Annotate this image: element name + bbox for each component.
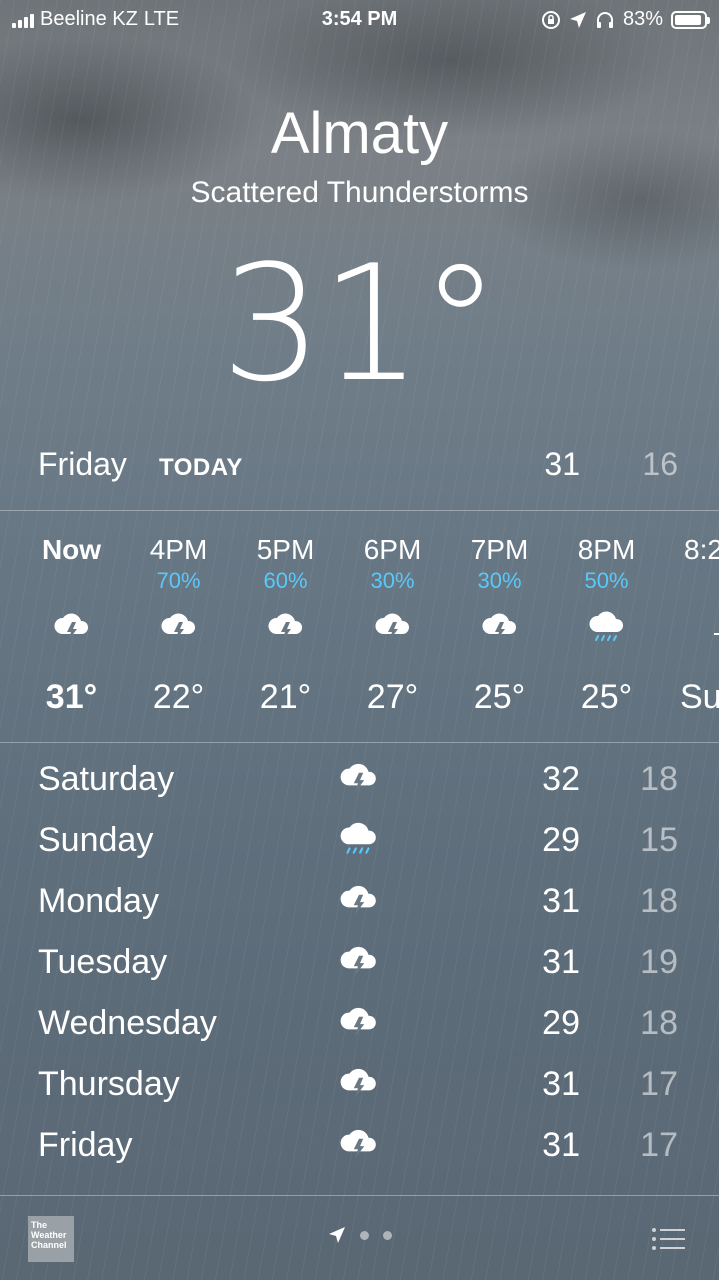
location-arrow-icon — [569, 11, 586, 28]
day-high: 29 — [542, 1004, 580, 1042]
day-high: 32 — [542, 760, 580, 798]
today-day: Friday — [38, 446, 127, 482]
hour-temp: 31° — [45, 678, 98, 716]
thunderstorm-icon — [340, 1007, 376, 1037]
day-name: Friday — [38, 1126, 133, 1164]
today-low: 16 — [642, 446, 678, 482]
day-name: Sunday — [38, 821, 154, 859]
hour-temp: 27° — [366, 678, 419, 716]
day-name: Tuesday — [38, 943, 168, 981]
page-dot — [359, 1230, 369, 1240]
weather-condition: Scattered Thunderstorms — [190, 176, 529, 209]
thunderstorm-icon — [340, 946, 376, 976]
rain-icon — [340, 822, 376, 854]
thunderstorm-icon — [268, 613, 303, 641]
thunderstorm-icon — [340, 763, 376, 793]
daily-row: Monday 31 18 — [38, 874, 682, 924]
page-indicator[interactable] — [0, 1226, 719, 1244]
day-low: 19 — [640, 943, 678, 981]
daily-row: Thursday 31 17 — [38, 1057, 682, 1107]
headphones-icon — [596, 11, 613, 28]
daily-row: Tuesday 31 19 — [38, 935, 682, 985]
divider — [0, 510, 719, 511]
day-low: 18 — [640, 882, 678, 920]
hour-temp: 21° — [259, 678, 312, 716]
battery-percent: 83% — [622, 8, 663, 30]
rotation-lock-icon — [541, 10, 560, 29]
daily-row: Saturday 32 18 — [38, 752, 682, 802]
daily-row: Sunday 29 15 — [38, 813, 682, 863]
battery-icon — [671, 10, 710, 29]
hour-precip: 50% — [584, 568, 629, 593]
today-high: 31 — [544, 446, 580, 482]
list-icon[interactable] — [651, 1226, 685, 1252]
day-low: 18 — [640, 1004, 678, 1042]
status-bar: Beeline KZ LTE 3:54 PM 83% — [0, 0, 719, 38]
day-high: 31 — [542, 882, 580, 920]
day-name: Saturday — [38, 760, 175, 798]
divider — [0, 742, 719, 743]
day-name: Thursday — [38, 1065, 180, 1103]
bottom-toolbar: The Weather Channel — [0, 1196, 719, 1280]
thunderstorm-icon — [54, 613, 89, 641]
location-arrow-icon — [328, 1227, 345, 1243]
thunderstorm-icon — [340, 1129, 376, 1159]
hour-precip: 30% — [370, 568, 415, 593]
hour-time: 8:2 — [684, 534, 719, 565]
status-right: 83% — [541, 8, 710, 31]
day-high: 29 — [542, 821, 580, 859]
day-high: 31 — [542, 1126, 580, 1164]
day-low: 17 — [640, 1065, 678, 1103]
hour-precip: 70% — [156, 568, 201, 593]
hour-time: 7PM — [470, 534, 529, 565]
thunderstorm-icon — [340, 1068, 376, 1098]
current-temp-value: 31° — [220, 230, 501, 417]
hour-temp: 25° — [580, 678, 633, 716]
thunderstorm-icon — [375, 613, 410, 641]
rain-icon — [589, 611, 624, 641]
hour-temp: 25° — [473, 678, 526, 716]
hour-temp: Su — [680, 678, 719, 716]
page-dot — [382, 1230, 392, 1240]
daily-row: Friday 31 17 — [38, 1118, 682, 1168]
day-high: 31 — [542, 1065, 580, 1103]
thunderstorm-icon — [340, 885, 376, 915]
day-low: 15 — [640, 821, 678, 859]
day-low: 18 — [640, 760, 678, 798]
hour-time: 8PM — [577, 534, 636, 565]
city-name: Almaty — [270, 101, 449, 166]
hour-time: 5PM — [256, 534, 315, 565]
current-temperature: 31° — [0, 230, 719, 417]
day-name: Monday — [38, 882, 159, 920]
day-low: 17 — [640, 1126, 678, 1164]
day-high: 31 — [542, 943, 580, 981]
thunderstorm-icon — [161, 613, 196, 641]
today-label: TODAY — [159, 454, 243, 481]
daily-row: Wednesday 29 18 — [38, 996, 682, 1046]
sunset-icon — [714, 633, 719, 635]
thunderstorm-icon — [482, 613, 517, 641]
day-name: Wednesday — [38, 1004, 217, 1042]
hour-time: 4PM — [149, 534, 208, 565]
hour-time: Now — [41, 534, 102, 565]
hour-time: 6PM — [363, 534, 422, 565]
today-row: Friday TODAY 31 16 — [38, 446, 682, 486]
hour-precip: 60% — [263, 568, 308, 593]
hourly-forecast[interactable]: Now 31° 4PM 70% 22° 5PM 60% 21° 6PM 30% … — [0, 512, 719, 742]
hour-precip: 30% — [477, 568, 522, 593]
hour-temp: 22° — [152, 678, 205, 716]
